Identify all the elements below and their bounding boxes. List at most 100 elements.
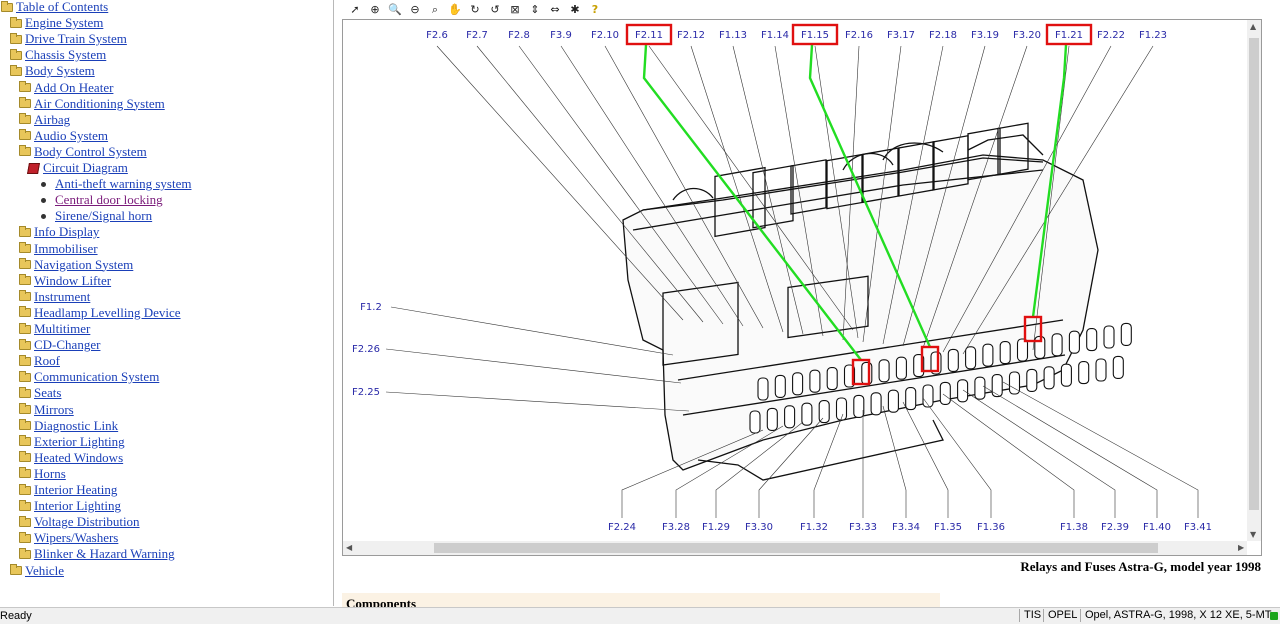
hand-pan-icon[interactable]: ✋ [446, 1, 464, 19]
tree-item[interactable]: Interior Lighting [19, 498, 121, 514]
bullet-icon [41, 213, 46, 219]
tree-item-label: Anti-theft warning system [55, 176, 192, 192]
tree-item-label: Instrument [34, 288, 91, 304]
scroll-up-icon[interactable]: ▲ [1250, 22, 1256, 31]
tree-item-label: Diagnostic Link [34, 417, 119, 433]
tree-item[interactable]: Table of Contents [1, 0, 108, 15]
magic-icon[interactable]: ✱ [566, 1, 584, 19]
fuse-slot [887, 389, 899, 413]
tree-item-label: Blinker & Hazard Warning [34, 546, 175, 562]
tree-item[interactable]: Body Control System [19, 144, 147, 160]
tree-item[interactable]: Airbag [19, 112, 70, 128]
zoom-fit-icon[interactable]: ⌕ [426, 1, 444, 19]
fit-height-icon[interactable]: ⇕ [526, 1, 544, 19]
fuse-slot [826, 367, 838, 391]
leader-line [390, 306, 674, 356]
fuse-slot [991, 374, 1003, 398]
vertical-scroll-thumb[interactable] [1249, 38, 1259, 510]
tree-item[interactable]: Multitimer [19, 321, 90, 337]
fuse-label: F1.32 [800, 522, 828, 533]
tree-item[interactable]: Immobiliser [19, 241, 98, 257]
open-folder-icon [10, 64, 22, 76]
tree-item[interactable]: Instrument [19, 289, 90, 305]
tree-item[interactable]: Sirene/Signal horn [38, 208, 152, 224]
fuse-slot [1051, 333, 1063, 357]
tree-item[interactable]: Engine System [10, 15, 103, 31]
folder-icon [19, 547, 31, 559]
folder-icon [19, 113, 31, 125]
tree-item[interactable]: Body System [10, 63, 95, 79]
fuse-label: F1.23 [1139, 30, 1167, 41]
leader-line [942, 393, 1075, 518]
fuse-slot [818, 400, 830, 424]
tree-item[interactable]: Navigation System [19, 257, 133, 273]
fuse-slot [792, 372, 804, 396]
fuse-slot [774, 374, 786, 398]
fit-width-icon[interactable]: ⇔ [546, 1, 564, 19]
components-header: Components [342, 593, 940, 607]
fuse-label: F3.19 [971, 30, 999, 41]
leader-line [518, 45, 724, 325]
help-icon[interactable]: ? [586, 1, 604, 19]
tree-item-label: Air Conditioning System [34, 95, 165, 111]
status-panel-vehicle: Opel, ASTRA-G, 1998, X 12 XE, 5-MT [1080, 609, 1275, 622]
status-indicator-icon [1270, 612, 1278, 620]
tree-item[interactable]: Blinker & Hazard Warning [19, 546, 175, 562]
zoom-in-icon[interactable]: 🔍 [386, 1, 404, 19]
tree-item[interactable]: Info Display [19, 224, 99, 240]
fuse-label: F1.29 [702, 522, 730, 533]
rotate-ccw-icon[interactable]: ↺ [486, 1, 504, 19]
tree-item[interactable]: Window Lifter [19, 273, 111, 289]
folder-icon [19, 515, 31, 527]
tree-item[interactable]: Communication System [19, 369, 159, 385]
folder-icon [19, 370, 31, 382]
tree-item[interactable]: CD-Changer [19, 337, 100, 353]
tree-item[interactable]: Circuit Diagram [27, 160, 128, 176]
leader-line [1002, 381, 1199, 518]
tree-item[interactable]: Roof [19, 353, 60, 369]
tree-item[interactable]: Add On Heater [19, 80, 113, 96]
folder-icon [19, 322, 31, 334]
tree-item[interactable]: Seats [19, 385, 61, 401]
diagram-caption: Relays and Fuses Astra-G, model year 199… [1020, 559, 1261, 574]
tree-item[interactable]: Mirrors [19, 402, 74, 418]
tree-item[interactable]: Vehicle [10, 563, 64, 579]
fit-window-icon[interactable]: ⊠ [506, 1, 524, 19]
tree-item-label: Roof [34, 353, 60, 369]
tree-item[interactable]: Voltage Distribution [19, 514, 140, 530]
folder-icon [19, 403, 31, 414]
tree-item[interactable]: Audio System [19, 128, 108, 144]
scroll-right-icon[interactable]: ▶ [1238, 543, 1244, 552]
folder-icon [19, 258, 31, 270]
tree-item[interactable]: Wipers/Washers [19, 530, 118, 546]
zoom-out-icon[interactable]: ⊖ [406, 1, 424, 19]
tree-item-label: Mirrors [34, 401, 74, 417]
tree-item[interactable]: Air Conditioning System [19, 96, 165, 112]
scroll-down-icon[interactable]: ▼ [1250, 530, 1256, 539]
rotate-cw-icon[interactable]: ↻ [466, 1, 484, 19]
tree-item[interactable]: Central door locking [38, 192, 163, 208]
folder-icon [19, 81, 31, 92]
tree-item[interactable]: Heated Windows [19, 450, 123, 466]
folder-icon [10, 48, 22, 60]
tree-item[interactable]: Anti-theft warning system [38, 176, 191, 192]
fuse-label: F3.9 [550, 30, 572, 41]
tree-item[interactable]: Interior Heating [19, 482, 117, 498]
scroll-left-icon[interactable]: ◀ [346, 543, 352, 552]
folder-icon [19, 386, 31, 398]
tree-item-label: Chassis System [25, 47, 107, 63]
horizontal-scroll-thumb[interactable] [434, 543, 1158, 553]
tree-item[interactable]: Horns [19, 466, 66, 482]
tree-item[interactable]: Drive Train System [10, 31, 127, 47]
tree-item[interactable]: Chassis System [10, 47, 106, 63]
fuse-label: F3.20 [1013, 30, 1041, 41]
tree-item[interactable]: Exterior Lighting [19, 434, 125, 450]
tree-item[interactable]: Diagnostic Link [19, 418, 118, 434]
select-arrow-icon[interactable]: ➚ [346, 1, 364, 19]
zoom-in-area-icon[interactable]: ⊕ [366, 1, 384, 19]
tree-item-label: Communication System [34, 369, 160, 385]
tree-item[interactable]: Headlamp Levelling Device [19, 305, 181, 321]
fuse-slot [1043, 366, 1055, 390]
fuse-label: F3.33 [849, 522, 877, 533]
fuse-slot [1112, 355, 1124, 379]
